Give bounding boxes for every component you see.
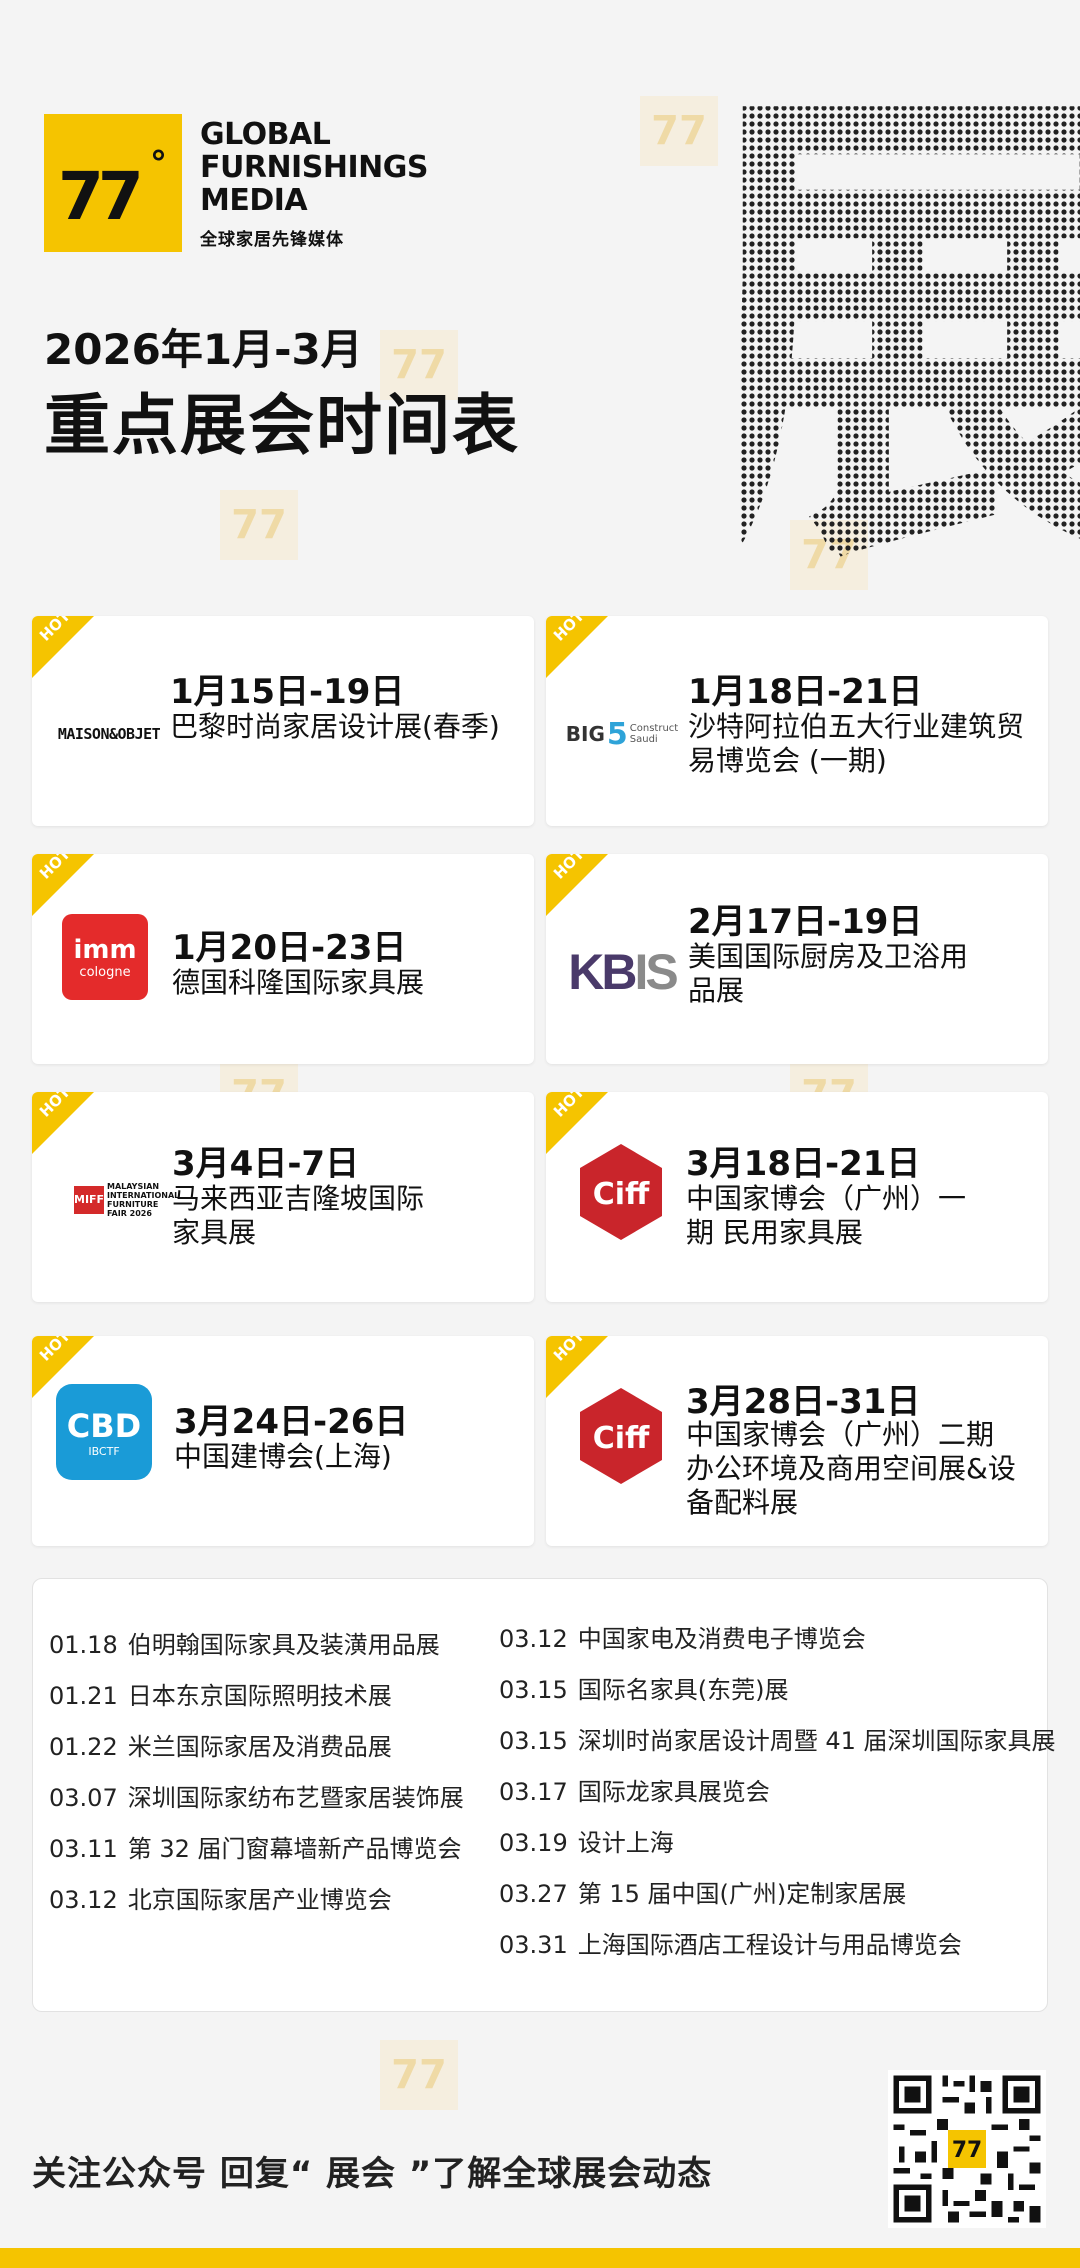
event-card[interactable]: HOT MIFF MALAYSIAN INTERNATIONAL FURNITURE… <box>32 1092 534 1302</box>
decorative-character: 展 <box>740 40 1080 600</box>
brand-name-cn: 全球家居先锋媒体 <box>200 230 344 250</box>
event-name: 美国国际厨房及卫浴用品展 <box>688 940 969 1007</box>
event-name: 德国科隆国际家具展 <box>172 966 425 999</box>
brand-name-line3: MEDIA <box>200 183 308 218</box>
ciff-logo: Ciff <box>576 1142 666 1242</box>
brand-name-line2: FURNISHINGS <box>200 150 428 185</box>
maison-objet-logo: MAISON&OBJET <box>57 725 161 743</box>
list-item[interactable]: 03.11 第 32 届门窗幕墙新产品博览会 <box>49 1829 464 1880</box>
footer-cta: 关注公众号 回复“ 展会 ”了解全球展会动态 <box>32 2154 713 2194</box>
event-name: 中国家博会（广州）二期 办公环境及商用空间展&设备配料展 <box>686 1418 1016 1519</box>
event-date: 2月17日-19日 <box>688 902 923 942</box>
event-card[interactable]: HOT imm cologne 1月20日-23日 德国科隆国际家具展 <box>32 854 534 1064</box>
list-item[interactable]: 03.12 北京国际家居产业博览会 <box>49 1880 464 1931</box>
event-card[interactable]: HOT Ciff 3月28日-31日 中国家博会（广州）二期 办公环境及商用空间… <box>546 1336 1048 1546</box>
list-item[interactable]: 03.27 第 15 届中国(广州)定制家居展 <box>499 1874 1056 1925</box>
event-name: 中国家博会（广州）一期 民用家具展 <box>686 1182 967 1249</box>
big5-construct-logo: BIG 5 Construct Saudi <box>565 716 679 752</box>
event-card[interactable]: HOT MAISON&OBJET 1月15日-19日 巴黎时尚家居设计展(春季) <box>32 616 534 826</box>
event-date: 1月18日-21日 <box>688 672 923 712</box>
event-date: 3月4日-7日 <box>172 1144 360 1184</box>
events-list-right: 03.12 中国家电及消费电子博览会 03.15 国际名家具(东莞)展 03.15 深… <box>499 1619 1056 1976</box>
event-card[interactable]: HOT CBD IBCTF 3月24日-26日 中国建博会(上海) <box>32 1336 534 1546</box>
list-item[interactable]: 03.19 设计上海 <box>499 1823 1056 1874</box>
svg-text:Ciff: Ciff <box>593 1177 650 1212</box>
list-item[interactable]: 01.18 伯明翰国际家具及装潢用品展 <box>49 1625 464 1676</box>
svg-text:Ciff: Ciff <box>593 1421 650 1456</box>
logo-degree: ° <box>150 144 167 184</box>
miff-logo: MIFF MALAYSIAN INTERNATIONAL FURNITURE FAIR… <box>74 1182 180 1218</box>
list-item[interactable]: 03.15 国际名家具(东莞)展 <box>499 1670 1056 1721</box>
bottom-accent-bar <box>0 2248 1080 2268</box>
watermark-logo: 77 <box>220 490 298 560</box>
event-name: 沙特阿拉伯五大行业建筑贸易博览会 (一期) <box>688 710 1025 777</box>
event-date: 1月15日-19日 <box>170 672 405 712</box>
list-item[interactable]: 01.21 日本东京国际照明技术展 <box>49 1676 464 1727</box>
event-date: 3月24日-26日 <box>174 1402 409 1442</box>
cbd-logo: CBD IBCTF <box>56 1384 152 1480</box>
event-date: 3月28日-31日 <box>686 1382 921 1422</box>
list-item[interactable]: 01.22 米兰国际家居及消费品展 <box>49 1727 464 1778</box>
imm-cologne-logo: imm cologne <box>62 914 148 1000</box>
brand-logo: 77 ° GLOBAL FURNISHINGS MEDIA 全球家居先锋媒体 <box>44 114 428 252</box>
list-item[interactable]: 03.15 深圳时尚家居设计周暨 41 届深圳国际家具展 <box>499 1721 1056 1772</box>
list-item[interactable]: 03.17 国际龙家具展览会 <box>499 1772 1056 1823</box>
logo-mark: 77 ° <box>44 114 182 252</box>
logo-wordmark: GLOBAL FURNISHINGS MEDIA 全球家居先锋媒体 <box>200 118 428 250</box>
brand-name-line1: GLOBAL <box>200 117 331 152</box>
event-name: 中国建博会(上海) <box>174 1440 392 1473</box>
svg-text:77: 77 <box>952 2138 982 2163</box>
events-list-left: 01.18 伯明翰国际家具及装潢用品展 01.21 日本东京国际照明技术展 01.2… <box>49 1625 464 1931</box>
other-events-panel: 01.18 伯明翰国际家具及装潢用品展 01.21 日本东京国际照明技术展 01.2… <box>32 1578 1056 2012</box>
kbis-logo: KB IS <box>568 944 678 1000</box>
page-title: 重点展会时间表 <box>44 387 520 464</box>
event-card[interactable]: HOT Ciff 3月18日-21日 中国家博会（广州）一期 民用家具展 <box>546 1092 1048 1302</box>
event-date: 3月18日-21日 <box>686 1144 921 1184</box>
watermark-logo: 77 <box>640 96 718 166</box>
event-name: 巴黎时尚家居设计展(春季) <box>170 710 500 743</box>
ciff-logo: Ciff <box>576 1386 666 1486</box>
qr-code[interactable]: 77 <box>888 2070 1046 2228</box>
event-name: 马来西亚吉隆坡国际家具展 <box>172 1182 425 1249</box>
watermark-logo: 77 <box>380 2040 458 2110</box>
list-item[interactable]: 03.07 深圳国际家纺布艺暨家居装饰展 <box>49 1778 464 1829</box>
event-card[interactable]: HOT KB IS 2月17日-19日 美国国际厨房及卫浴用品展 <box>546 854 1048 1064</box>
logo-number: 77 <box>58 158 144 235</box>
page-subtitle: 2026年1月-3月 <box>44 325 363 374</box>
event-card[interactable]: HOT BIG 5 Construct Saudi 1月18日-21日 沙特阿拉伯… <box>546 616 1048 826</box>
event-date: 1月20日-23日 <box>172 928 407 968</box>
list-item[interactable]: 03.12 中国家电及消费电子博览会 <box>499 1619 1056 1670</box>
svg-text:展: 展 <box>740 46 1080 600</box>
list-item[interactable]: 03.31 上海国际酒店工程设计与用品博览会 <box>499 1925 1056 1976</box>
